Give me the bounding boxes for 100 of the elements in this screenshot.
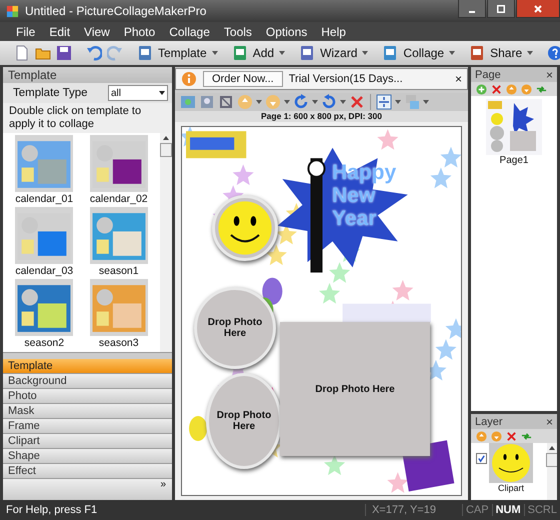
page-info: Page 1: 600 x 800 px, DPI: 300 [175, 111, 468, 122]
template-name: calendar_01 [15, 192, 74, 206]
close-button[interactable]: × [546, 414, 553, 428]
caret-icon [362, 51, 368, 55]
menu-item[interactable]: File [16, 24, 36, 38]
scrollbar-thumb[interactable] [160, 143, 172, 157]
portrait-icon[interactable] [199, 94, 215, 110]
undo-icon[interactable] [86, 45, 102, 61]
caret-icon[interactable] [256, 100, 262, 104]
app-icon [6, 4, 19, 18]
cursor-coordinates: X=177, Y=19 [364, 504, 442, 516]
document-icon [299, 45, 316, 61]
toolbar-menu-button[interactable]: Share [469, 45, 534, 61]
template-type-dropdown[interactable]: all [108, 85, 168, 101]
trial-text: Trial Version(15 Days... [288, 73, 403, 85]
maximize-icon [497, 4, 505, 12]
layer-checkbox[interactable] [476, 453, 487, 464]
swap-icon[interactable] [536, 84, 547, 94]
key-indicator: SCRL [524, 504, 560, 516]
section-tab[interactable]: Effect [3, 464, 172, 479]
redo-icon[interactable] [107, 45, 123, 61]
smiley-thumbnail[interactable] [489, 443, 533, 483]
photo-placeholder[interactable]: Drop Photo Here [194, 287, 276, 369]
caret-icon [527, 51, 534, 55]
swap-photo-icon[interactable] [180, 94, 196, 110]
document-icon [137, 45, 153, 61]
info-icon [181, 71, 197, 87]
rotate-right-icon[interactable] [293, 94, 309, 110]
rotate-left-icon[interactable] [321, 94, 337, 110]
menu-item[interactable]: Tools [224, 24, 252, 38]
menu-item[interactable]: Options [266, 24, 308, 38]
minimize-button[interactable] [458, 0, 486, 18]
delete-icon[interactable] [506, 430, 517, 442]
help-icon[interactable] [547, 45, 560, 61]
menu-item[interactable]: Edit [49, 24, 70, 38]
menu-item[interactable]: Photo [124, 24, 156, 38]
menu-item[interactable]: Help [321, 24, 346, 38]
hint-text: Double click on template to apply it to collage [3, 103, 172, 133]
toolbar-menu-button[interactable]: Add [232, 45, 286, 61]
move-up-icon[interactable] [476, 430, 487, 442]
caret-icon[interactable] [395, 100, 401, 104]
caret-icon [159, 91, 165, 95]
section-tab[interactable]: Mask [3, 404, 172, 419]
menu-item[interactable]: View [84, 24, 110, 38]
add-icon[interactable] [476, 84, 487, 94]
document-icon [469, 45, 486, 61]
move-down-icon[interactable] [491, 430, 502, 442]
template-name: season1 [98, 264, 139, 278]
delete-icon[interactable] [349, 94, 365, 110]
caret-icon [449, 51, 456, 55]
scroll-up-icon[interactable] [163, 136, 169, 140]
close-button[interactable] [516, 0, 560, 18]
section-tab[interactable]: Shape [3, 449, 172, 464]
toolbar-menu-button[interactable]: Collage [382, 45, 456, 61]
section-tab[interactable]: Clipart [3, 434, 172, 449]
caret-icon[interactable] [423, 100, 429, 104]
close-button[interactable]: × [546, 68, 553, 82]
toolbar-menu-button[interactable]: Template [137, 45, 218, 61]
move-up-icon[interactable] [506, 84, 517, 94]
scrollbar-thumb[interactable] [546, 453, 557, 467]
splitter-handle[interactable] [3, 352, 172, 359]
caret-icon[interactable] [312, 100, 318, 104]
layer-name: Clipart [498, 483, 524, 493]
page-name: Page1 [500, 155, 528, 166]
caret-icon [279, 51, 286, 55]
delete-icon[interactable] [491, 84, 502, 94]
photo-placeholder[interactable]: Drop Photo Here [280, 322, 430, 456]
menu-item[interactable]: Collage [169, 24, 210, 38]
new-file-icon[interactable] [14, 45, 30, 61]
section-tab[interactable]: Frame [3, 419, 172, 434]
window-title: Untitled - PictureCollageMakerPro [25, 4, 206, 18]
more-button[interactable]: » [160, 479, 166, 500]
panel-header: Page [475, 68, 501, 80]
section-tab[interactable]: Photo [3, 389, 172, 404]
photo-placeholder[interactable]: Drop Photo Here [206, 373, 282, 469]
section-tab[interactable]: Background [3, 374, 172, 389]
key-indicator: NUM [492, 504, 524, 516]
minimize-icon [469, 10, 475, 12]
align-icon[interactable] [376, 94, 392, 110]
document-icon [382, 45, 398, 61]
close-button[interactable]: × [454, 72, 462, 86]
save-icon[interactable] [56, 45, 72, 61]
maximize-button[interactable] [487, 0, 515, 18]
document-icon [232, 45, 248, 61]
panel-header: Template [3, 67, 172, 83]
swap-icon[interactable] [521, 430, 532, 442]
section-tab[interactable]: Template [3, 359, 172, 374]
template-name: season3 [98, 336, 139, 350]
caret-icon[interactable] [284, 100, 290, 104]
toolbar-menu-button[interactable]: Wizard [299, 45, 368, 61]
order-now-button[interactable]: Order Now... [203, 71, 283, 87]
smiley-clipart[interactable] [212, 195, 278, 261]
template-name: season2 [24, 336, 64, 350]
move-down-icon[interactable] [521, 84, 532, 94]
scroll-up-icon[interactable] [549, 446, 555, 450]
caret-icon[interactable] [340, 100, 346, 104]
field-label: Template Type [13, 87, 88, 99]
template-name: calendar_02 [90, 192, 148, 206]
crop-icon[interactable] [218, 94, 234, 110]
close-icon [533, 4, 543, 14]
